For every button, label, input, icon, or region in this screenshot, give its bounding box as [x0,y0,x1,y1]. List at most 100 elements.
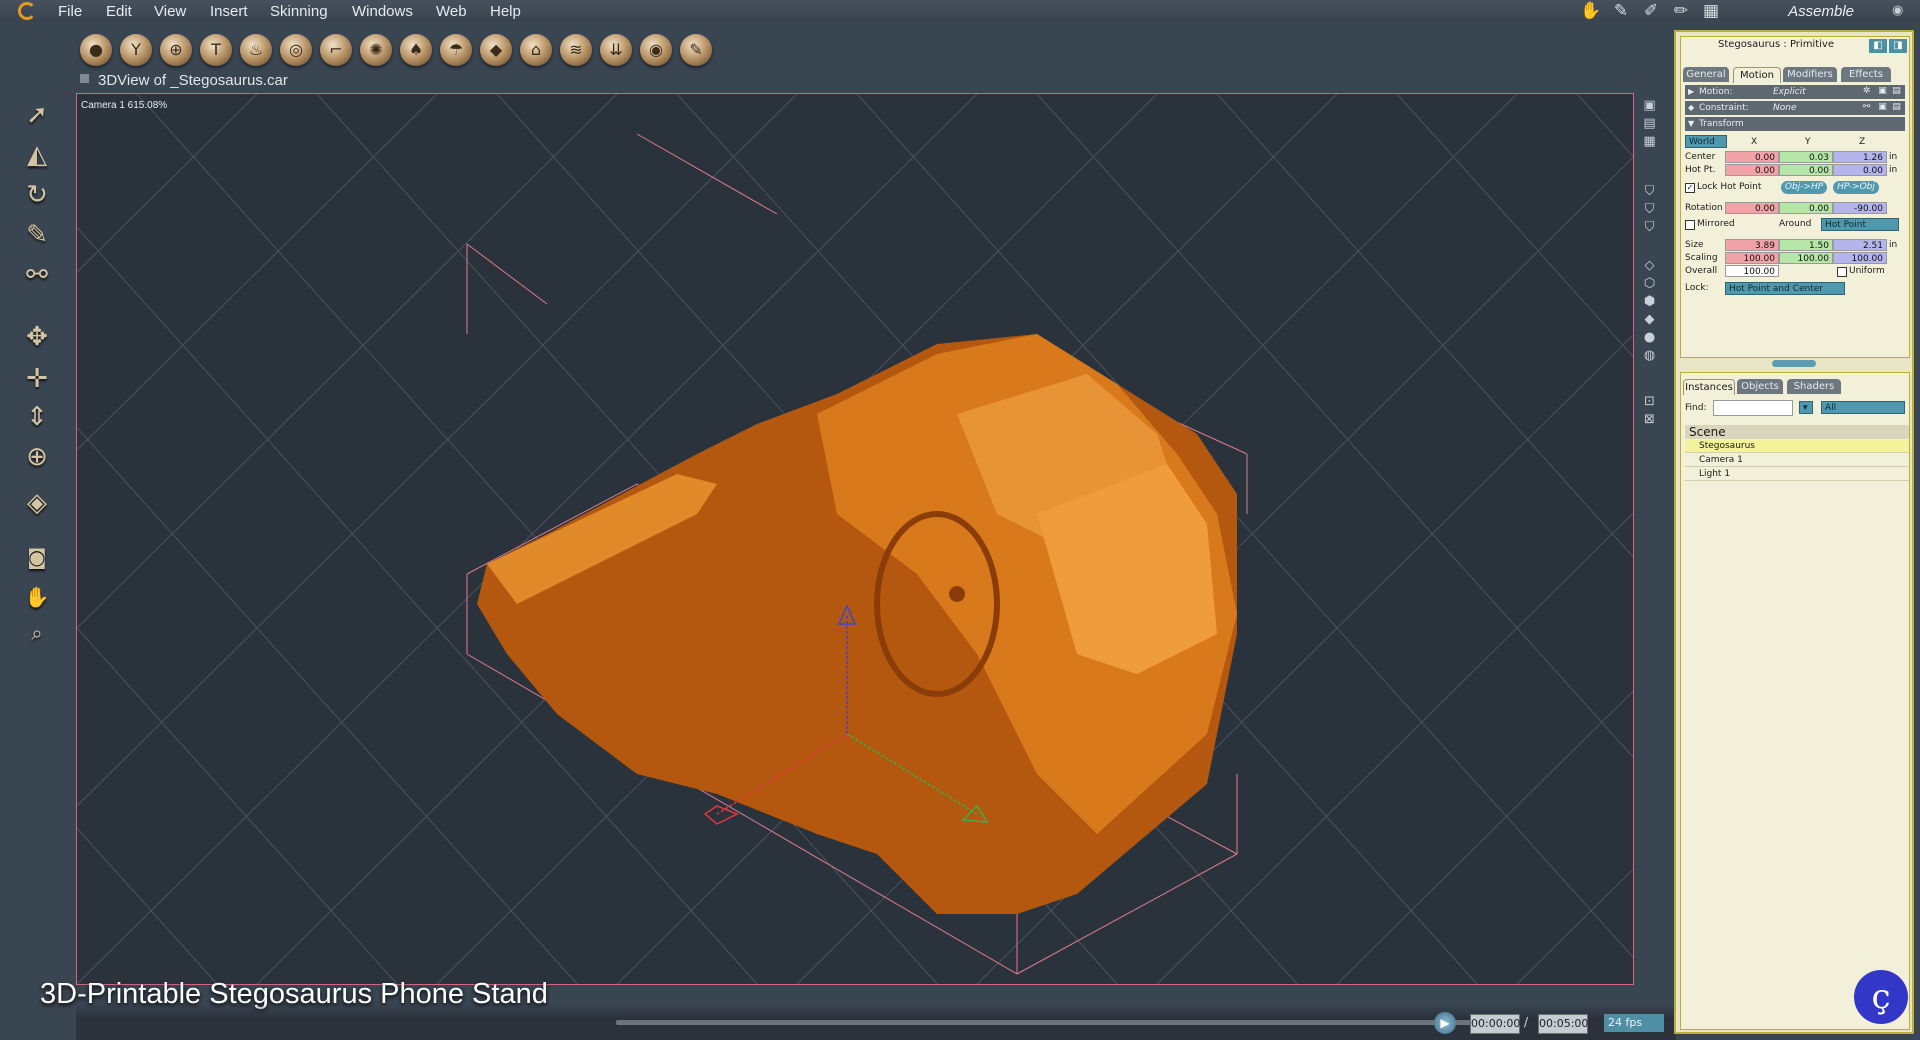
move-xy-icon[interactable]: ✛ [18,362,56,396]
current-time-field[interactable]: 00:00:00 [1470,1014,1520,1034]
scaling-z-field[interactable]: 100.00 [1833,252,1887,264]
scene-tree-header[interactable]: Scene [1685,425,1909,439]
3d-viewport[interactable]: Camera 1 615.08% [76,93,1634,985]
spring-tool-icon[interactable]: ⇊ [600,34,632,66]
menu-web[interactable]: Web [436,3,467,20]
transform-expand-icon[interactable]: ▼ [1688,117,1694,131]
hot-point-x-field[interactable]: 0.00 [1725,164,1779,176]
find-options-dropdown[interactable]: ▾ [1799,401,1813,414]
filter-dropdown[interactable]: All [1821,401,1905,414]
uniform-checkbox[interactable] [1837,267,1847,277]
rotation-x-field[interactable]: 0.00 [1725,202,1779,214]
hidden-line-mode-icon[interactable]: ⬢ [1642,294,1657,309]
view-collapse-icon[interactable] [80,74,89,83]
bridge-tool-icon[interactable]: ≋ [560,34,592,66]
tree-item-stegosaurus[interactable]: Stegosaurus [1685,440,1909,453]
extrude-tool-icon[interactable]: ◆ [480,34,512,66]
split-view-icon[interactable]: ▤ [1642,116,1657,131]
select-arrow-icon[interactable]: ➚ [18,98,56,132]
eye-icon[interactable]: ◉ [1892,3,1908,18]
transform-header[interactable]: ▼ Transform [1685,117,1905,131]
lock-dropdown[interactable]: Hot Point and Center [1725,282,1845,295]
globe-tool-icon[interactable]: ⊕ [160,34,192,66]
lock-hot-point-checkbox[interactable]: ✓ [1685,183,1695,193]
size-z-field[interactable]: 2.51 [1833,239,1887,251]
constraint-lock-icon[interactable]: ▤ [1891,101,1902,113]
scene-render[interactable] [77,94,1633,984]
lock-icon[interactable]: ▤ [1891,85,1902,97]
render-view-icon[interactable]: ⊠ [1642,412,1657,427]
tab-effects[interactable]: Effects [1841,67,1891,82]
tab-modifiers[interactable]: Modifiers [1783,67,1837,82]
lathe-tool-icon[interactable]: ⌐ [320,34,352,66]
menu-help[interactable]: Help [490,3,521,20]
hand-room-icon[interactable]: ✋ [1580,0,1602,22]
spline-tool-icon[interactable]: ☂ [440,34,472,66]
dolly-icon[interactable]: ⊕ [18,440,56,474]
zoom-icon[interactable]: ⌕ [18,616,56,650]
move-z-icon[interactable]: ⇕ [18,400,56,434]
torus-tool-icon[interactable]: ◎ [280,34,312,66]
cube-view-icon[interactable]: ◈ [18,486,56,520]
sphere-tool-icon[interactable]: ● [80,34,112,66]
panel-expand-icon[interactable]: ◨ [1889,39,1907,53]
panel-pin-icon[interactable]: ◧ [1869,39,1887,53]
menu-file[interactable]: File [58,3,82,20]
menu-edit[interactable]: Edit [106,3,132,20]
tab-shaders[interactable]: Shaders [1787,379,1841,394]
obj-to-hp-button[interactable]: Obj->HP [1781,181,1827,194]
settings-icon[interactable]: ✲ [1861,85,1872,97]
wireframe-mode-icon[interactable]: ⬡ [1642,276,1657,291]
save-icon[interactable]: ▣ [1877,85,1888,97]
pencil-room-icon[interactable]: ✏ [1670,0,1692,22]
overall-field[interactable]: 100.00 [1725,265,1779,277]
hot-point-y-field[interactable]: 0.00 [1779,164,1833,176]
tree-item-camera[interactable]: Camera 1 [1685,454,1909,467]
menu-skinning[interactable]: Skinning [270,3,328,20]
hand-pan-icon[interactable]: ✋ [18,580,56,614]
brush-room-icon[interactable]: ✐ [1640,0,1662,22]
link-icon[interactable]: ⚯ [18,258,56,292]
shield-outline-icon[interactable]: ⛉ [1642,220,1657,235]
stegosaurus-model[interactable] [477,334,1237,914]
constraint-save-icon[interactable]: ▣ [1877,101,1888,113]
menu-windows[interactable]: Windows [352,3,413,20]
flat-shade-mode-icon[interactable]: ◆ [1642,312,1657,327]
menu-view[interactable]: View [154,3,186,20]
center-z-field[interactable]: 1.26 [1833,151,1887,163]
center-y-field[interactable]: 0.03 [1779,151,1833,163]
direct-select-icon[interactable]: ◭ [18,138,56,172]
tab-instances[interactable]: Instances [1683,379,1735,395]
hot-point-z-field[interactable]: 0.00 [1833,164,1887,176]
arch-tool-icon[interactable]: ⌂ [520,34,552,66]
render-area-icon[interactable]: ⊡ [1642,394,1657,409]
tab-motion[interactable]: Motion [1733,67,1781,83]
ring-tool-icon[interactable]: ◉ [640,34,672,66]
tree-item-light[interactable]: Light 1 [1685,468,1909,481]
center-x-field[interactable]: 0.00 [1725,151,1779,163]
shield-alt-icon[interactable]: ⛉ [1642,202,1657,217]
text-tool-icon[interactable]: T [200,34,232,66]
brush-icon[interactable]: ✎ [18,218,56,252]
hp-to-obj-button[interactable]: HP->Obj [1833,181,1879,194]
constraint-link-icon[interactable]: ⚯ [1861,101,1872,113]
size-x-field[interactable]: 3.89 [1725,239,1779,251]
scaling-y-field[interactable]: 100.00 [1779,252,1833,264]
shell-tool-icon[interactable]: ♠ [400,34,432,66]
play-icon[interactable]: ▶ [1434,1012,1456,1034]
motion-row[interactable]: ▶ Motion: Explicit ✲ ▣ ▤ [1685,85,1905,99]
move-icon[interactable]: ✥ [18,320,56,354]
pen-tool-icon[interactable]: ✎ [680,34,712,66]
bounding-box-mode-icon[interactable]: ◇ [1642,258,1657,273]
panel-splitter[interactable] [1772,360,1816,367]
constraint-value[interactable]: None [1773,101,1796,115]
rotation-z-field[interactable]: -90.00 [1833,202,1887,214]
motion-value[interactable]: Explicit [1773,85,1806,99]
timeline-scrubber[interactable] [616,1020,1496,1025]
cup-tool-icon[interactable]: Y [120,34,152,66]
mirrored-checkbox[interactable] [1685,220,1695,230]
tab-objects[interactable]: Objects [1737,379,1783,394]
flame-tool-icon[interactable]: ♨ [240,34,272,66]
find-input[interactable] [1713,400,1793,416]
textured-mode-icon[interactable]: ◍ [1642,348,1657,363]
